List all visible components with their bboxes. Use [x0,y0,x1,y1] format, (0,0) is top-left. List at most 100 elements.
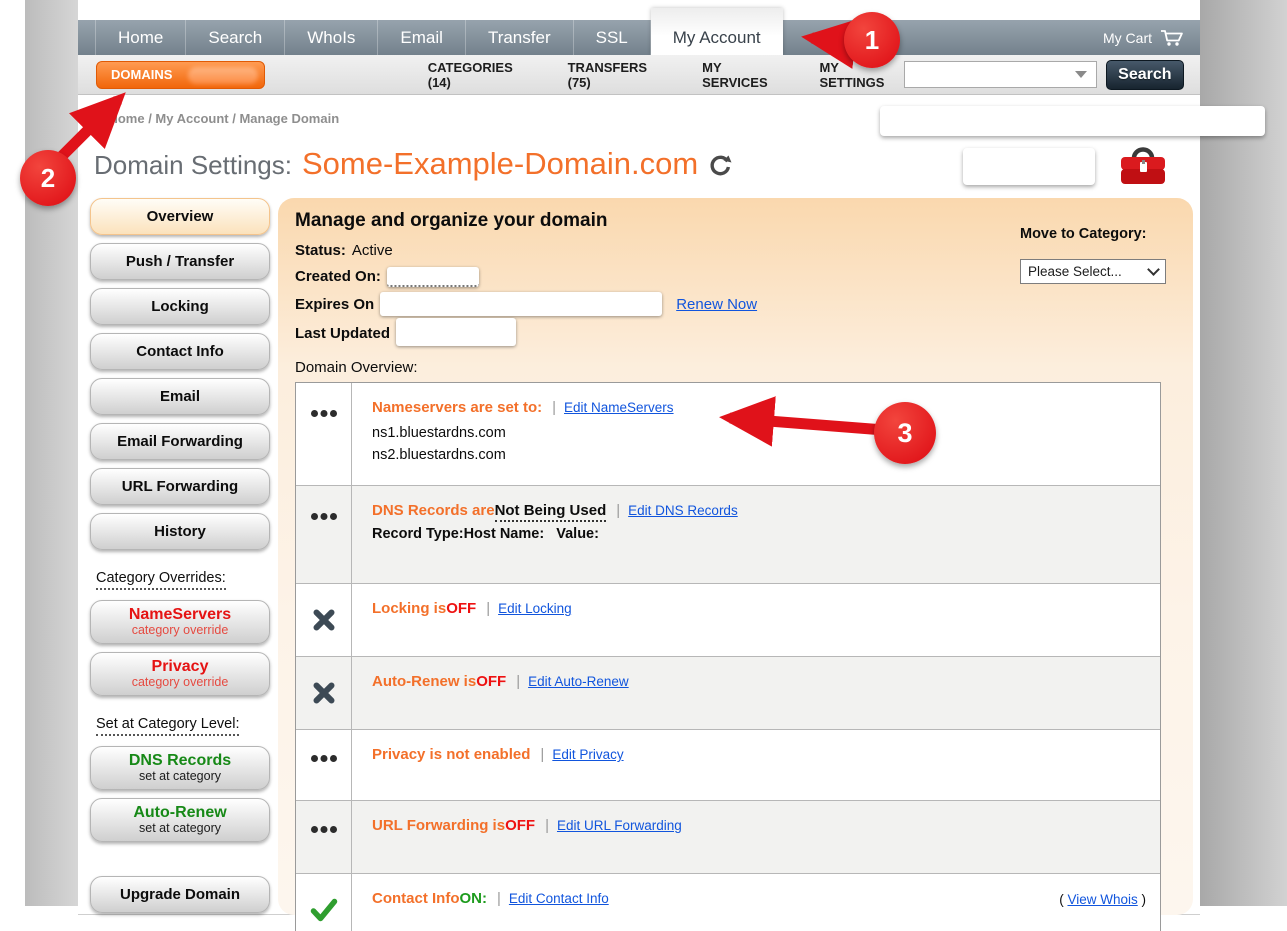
overview-row-title: Nameservers are set to:|Edit NameServers [372,399,1144,416]
separator: | [552,399,556,416]
overview-row: Nameservers are set to:|Edit NameServers… [296,383,1160,485]
redacted-expires-date [380,292,662,316]
account-sub-navigation: DOMAINS CATEGORIES (14) TRANSFERS (75) MY … [78,55,1200,95]
sidebar-item-overview[interactable]: Overview [90,198,270,235]
redacted-box-title [963,148,1095,185]
top-nav-tab-email[interactable]: Email [378,20,466,55]
on-check-icon [296,874,352,931]
top-nav-tab-transfer[interactable]: Transfer [466,20,574,55]
top-nav-tab-whois[interactable]: WhoIs [285,20,378,55]
button-label: Auto-Renew [133,804,226,822]
main-content: Manage and organize your domain Status: … [295,210,1165,931]
breadcrumb[interactable]: ⌂ Home / My Account / Manage Domain [94,110,339,126]
subnav-item-domains[interactable]: DOMAINS [96,61,265,89]
title-text: ON: [460,890,488,907]
title-text: OFF [505,817,535,834]
move-to-category-select[interactable]: Please Select... [1020,259,1166,284]
button-sublabel: category override [132,676,229,690]
separator: | [497,890,501,907]
overview-row-body: Auto-Renew is OFF|Edit Auto-Renew [352,657,1160,729]
title-text: OFF [446,600,476,617]
category-overrides-header: Category Overrides: [96,570,226,590]
overview-row: DNS Records are Not Being Used|Edit DNS … [296,485,1160,583]
button-label: Privacy [152,658,209,676]
pending-dots-icon [296,801,352,873]
subnav-item-categories[interactable]: CATEGORIES (14) [428,60,536,90]
edit-privacy-link[interactable]: Edit Privacy [552,747,623,762]
created-label: Created On: [295,268,381,285]
top-navigation: HomeSearchWhoIsEmailTransferSSLMy Accoun… [78,20,1200,55]
sidebar-item-locking[interactable]: Locking [90,288,270,325]
toolbox-icon[interactable] [1118,144,1168,193]
domain-overview-label: Domain Overview: [295,359,1165,376]
title-text: Locking is [372,600,446,617]
refresh-icon[interactable] [708,153,732,182]
button-sublabel: category override [132,624,229,638]
sidebar-item-upgrade-domain[interactable]: Upgrade Domain [90,876,270,913]
page-margin-left [25,0,78,906]
redacted-created-date [387,267,479,287]
subnav-item-my-services[interactable]: MY SERVICES [702,60,787,90]
renew-now-link[interactable]: Renew Now [676,296,757,313]
top-nav-tab-home[interactable]: Home [95,20,186,55]
top-nav-tab-my-account[interactable]: My Account [651,8,783,55]
top-nav-tabs: HomeSearchWhoIsEmailTransferSSLMy Accoun… [78,20,783,55]
pending-dots-icon [296,730,352,800]
overview-row-body: Contact Info ON:|Edit Contact Info( View… [352,874,1160,931]
overview-row-body: Privacy is not enabled|Edit Privacy [352,730,1160,800]
separator: | [516,673,520,690]
updated-label: Last Updated [295,325,390,342]
page-body: HomeSearchWhoIsEmailTransferSSLMy Accoun… [78,0,1200,915]
sidebar-item-privacy[interactable]: Privacycategory override [90,652,270,696]
redacted-smudge [188,67,258,84]
move-to-category: Move to Category: Please Select... [1020,226,1170,284]
top-nav-tab-ssl[interactable]: SSL [574,20,651,55]
title-text: OFF [476,673,506,690]
sidebar-item-contact-info[interactable]: Contact Info [90,333,270,370]
off-x-icon [296,657,352,729]
chevron-down-icon [1075,71,1087,78]
annotation-1: 1 [844,12,900,68]
sidebar-item-history[interactable]: History [90,513,270,550]
sidebar-item-nameservers[interactable]: NameServerscategory override [90,600,270,644]
my-cart-button[interactable]: My Cart [1103,20,1184,55]
top-nav-tab-search[interactable]: Search [186,20,285,55]
view-whois-link[interactable]: View Whois [1067,892,1137,907]
overview-row-title: URL Forwarding is OFF | Edit URL Forwardin… [372,817,1144,834]
domain-search-combobox[interactable] [904,61,1096,88]
search-button[interactable]: Search [1106,60,1184,90]
sidebar-item-email[interactable]: Email [90,378,270,415]
separator: | [616,502,620,519]
overview-row-title: Privacy is not enabled|Edit Privacy [372,746,1144,763]
edit-nameservers-link[interactable]: Edit NameServers [564,400,674,415]
sidebar-item-push-transfer[interactable]: Push / Transfer [90,243,270,280]
annotation-2: 2 [20,150,76,206]
sidebar-item-email-forwarding[interactable]: Email Forwarding [90,423,270,460]
overview-row-body: Locking is OFF|Edit Locking [352,584,1160,656]
separator: | [540,746,544,763]
sidebar-item-dns-records[interactable]: DNS Recordsset at category [90,746,270,790]
redacted-updated-date [396,318,516,346]
separator: | [545,817,549,834]
edit-auto-renew-link[interactable]: Edit Auto-Renew [528,674,629,689]
sidebar-item-auto-renew[interactable]: Auto-Renewset at category [90,798,270,842]
page-title-prefix: Domain Settings: [94,150,292,181]
subnav-item-transfers[interactable]: TRANSFERS (75) [568,60,671,90]
button-label: DNS Records [129,752,231,770]
breadcrumb-text: Home / My Account / Manage Domain [108,111,339,126]
status-label: Status: [295,242,346,259]
edit-locking-link[interactable]: Edit Locking [498,601,572,616]
domain-overview-table: Nameservers are set to:|Edit NameServers… [295,382,1161,931]
sidebar-item-url-forwarding[interactable]: URL Forwarding [90,468,270,505]
edit-dns-records-link[interactable]: Edit DNS Records [628,503,738,518]
edit-contact-info-link[interactable]: Edit Contact Info [509,891,609,906]
redacted-box-top [880,106,1265,136]
overview-row: Auto-Renew is OFF|Edit Auto-Renew [296,656,1160,729]
my-cart-label: My Cart [1103,30,1152,46]
overview-row-title: DNS Records are Not Being Used|Edit DNS … [372,502,1144,522]
pending-dots-icon [296,486,352,583]
subnav-items: CATEGORIES (14) TRANSFERS (75) MY SERVICES… [265,60,905,90]
edit-url-forwarding-link[interactable]: Edit URL Forwarding [557,818,682,833]
title-text: URL Forwarding is [372,817,505,834]
off-x-icon [296,584,352,656]
